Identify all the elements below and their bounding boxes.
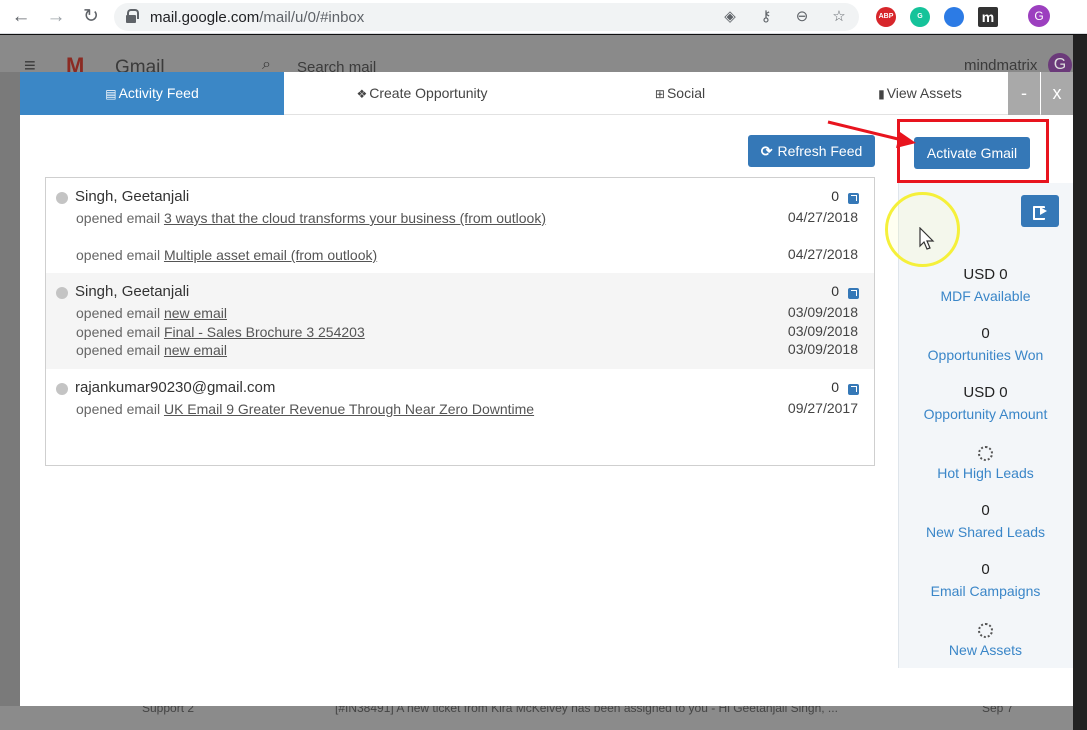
- stat-label-link[interactable]: New Assets: [898, 642, 1073, 658]
- tab-activity-feed[interactable]: ▤ Activity Feed: [20, 72, 284, 115]
- stat-label-link[interactable]: Opportunities Won: [898, 347, 1073, 363]
- external-link-icon[interactable]: [848, 384, 859, 395]
- grammarly-icon[interactable]: G: [910, 7, 930, 27]
- stat-label-link[interactable]: Hot High Leads: [898, 465, 1073, 481]
- status-dot-icon: [56, 192, 68, 204]
- gmail-email-row: Support 2 [#IN38491] A new ticket from K…: [0, 701, 1073, 730]
- forward-icon[interactable]: →: [45, 6, 67, 28]
- gmail-header: ≡ M Gmail ⌕ Search mail mindmatrix G: [0, 35, 1073, 78]
- url-text: mail.google.com/mail/u/0/#inbox: [150, 9, 365, 26]
- external-link-icon[interactable]: [848, 193, 859, 204]
- tab-bar: ▤ Activity Feed ❖ Create Opportunity ⊞ Soci…: [20, 72, 1073, 115]
- email-subject-link[interactable]: Multiple asset email (from outlook): [164, 247, 377, 263]
- rss-icon: ▤: [105, 87, 117, 101]
- mouse-cursor-icon: [919, 227, 935, 250]
- email-subject-link[interactable]: Final - Sales Brochure 3 254203: [164, 324, 365, 340]
- activity-feed-list: Singh, Geetanjali 0 opened email 3 ways th…: [45, 177, 875, 466]
- reload-icon[interactable]: ↻: [80, 6, 102, 28]
- stat-label-link[interactable]: New Shared Leads: [898, 524, 1073, 540]
- refresh-icon: ⟳: [760, 143, 773, 159]
- feed-item: Singh, Geetanjali 0 opened email new email…: [46, 273, 874, 369]
- contact-name: Singh, Geetanjali: [75, 283, 190, 300]
- feed-item: Singh, Geetanjali 0 opened email 3 ways th…: [46, 178, 874, 273]
- zoom-icon[interactable]: ⊖: [792, 7, 812, 25]
- tab-social[interactable]: ⊞ Social: [560, 72, 800, 115]
- activity-action: opened email: [76, 323, 161, 340]
- activity-count: 0: [831, 188, 839, 204]
- star-icon[interactable]: ☆: [829, 7, 849, 25]
- profile-avatar[interactable]: G: [1028, 5, 1050, 27]
- activity-count: 0: [831, 283, 839, 299]
- activity-line: opened email Final - Sales Brochure 3 25…: [76, 323, 546, 341]
- minimize-button[interactable]: -: [1008, 72, 1040, 115]
- loading-spinner-icon: [978, 623, 993, 638]
- activity-line: opened email new email: [76, 304, 546, 322]
- annotation-arrow-icon: [827, 120, 916, 148]
- external-link-icon[interactable]: [848, 288, 859, 299]
- stat-value: USD 0: [963, 384, 1008, 401]
- activity-date: 03/09/2018: [787, 341, 858, 357]
- activity-action: opened email: [76, 342, 161, 358]
- email-subject-link[interactable]: new email: [164, 342, 227, 358]
- feed-item: rajankumar90230@gmail.com 0 opened email U…: [46, 369, 874, 465]
- activity-date: 03/09/2018: [787, 304, 858, 320]
- chat-icon[interactable]: [944, 7, 964, 27]
- activity-line: opened email Multiple asset email (from …: [76, 246, 546, 264]
- loading-spinner-icon: [978, 446, 993, 461]
- contact-name: Singh, Geetanjali: [75, 188, 190, 205]
- activity-line: opened email UK Email 9 Greater Revenue …: [76, 400, 546, 418]
- close-button[interactable]: x: [1041, 72, 1073, 115]
- cubes-icon: ❖: [356, 87, 368, 101]
- activity-action: opened email: [76, 210, 161, 226]
- key-icon[interactable]: ⚷: [756, 7, 776, 25]
- tab-view-assets[interactable]: ▮ View Assets: [840, 72, 1000, 115]
- logout-button[interactable]: [1021, 195, 1059, 227]
- adblock-icon[interactable]: ABP: [876, 7, 896, 27]
- email-subject-link[interactable]: 3 ways that the cloud transforms your bu…: [164, 210, 546, 226]
- stat-label-link[interactable]: Email Campaigns: [898, 583, 1073, 599]
- activate-gmail-button[interactable]: Activate Gmail: [914, 137, 1030, 169]
- stat-label-link[interactable]: MDF Available: [898, 288, 1073, 304]
- activity-date: 04/27/2018: [787, 246, 858, 262]
- activity-date: 04/27/2018: [787, 209, 858, 225]
- email-subject-link[interactable]: UK Email 9 Greater Revenue Through Near …: [164, 401, 534, 417]
- page-scrollbar[interactable]: [1073, 35, 1087, 730]
- stat-value: 0: [981, 325, 990, 342]
- stat-value: 0: [981, 561, 990, 578]
- mindmatrix-icon[interactable]: m: [978, 7, 998, 27]
- back-icon[interactable]: ←: [10, 6, 32, 28]
- file-icon: ▮: [878, 87, 885, 101]
- activity-action: opened email: [76, 401, 161, 417]
- activity-date: 03/09/2018: [787, 322, 858, 339]
- activity-line: opened email 3 ways that the cloud trans…: [76, 209, 546, 227]
- contact-name: rajankumar90230@gmail.com: [75, 379, 276, 396]
- tab-create-opportunity[interactable]: ❖ Create Opportunity: [284, 72, 560, 115]
- address-bar[interactable]: mail.google.com/mail/u/0/#inbox ◈ ⚷ ⊖ ☆: [114, 3, 859, 31]
- stat-value: 0: [981, 502, 990, 519]
- activity-line: opened email new email: [76, 341, 546, 359]
- stat-value: USD 0: [963, 266, 1008, 283]
- activity-action: opened email: [76, 247, 161, 263]
- activity-count: 0: [831, 379, 839, 395]
- status-dot-icon: [56, 287, 68, 299]
- activity-action: opened email: [76, 305, 161, 321]
- activity-date: 09/27/2017: [787, 400, 858, 416]
- eye-icon[interactable]: ◈: [720, 7, 740, 25]
- status-dot-icon: [56, 383, 68, 395]
- sitemap-icon: ⊞: [654, 87, 665, 101]
- mindmatrix-panel: ▤ Activity Feed ❖ Create Opportunity ⊞ Soci…: [20, 72, 1073, 706]
- stat-label-link[interactable]: Opportunity Amount: [898, 406, 1073, 422]
- lock-icon: [126, 9, 139, 23]
- browser-toolbar: ← → ↻ mail.google.com/mail/u/0/#inbox ◈ …: [0, 0, 1087, 34]
- email-subject-link[interactable]: new email: [164, 305, 227, 321]
